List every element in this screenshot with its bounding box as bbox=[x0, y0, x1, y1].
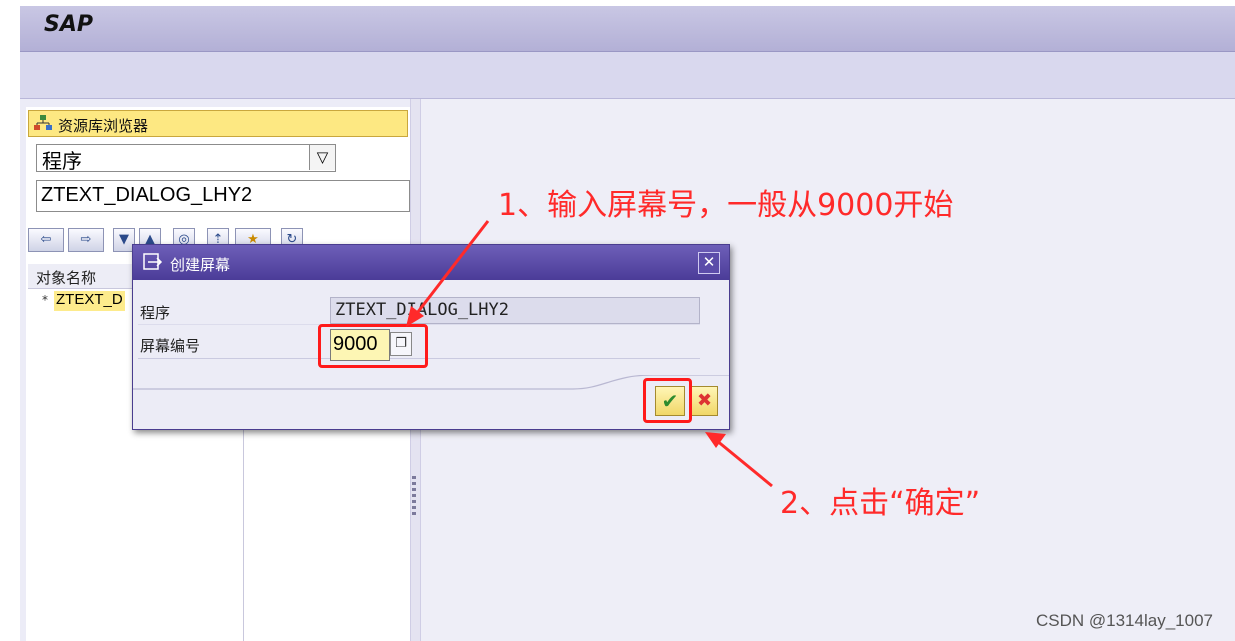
splitter-grip-icon bbox=[412, 488, 416, 491]
screen-number-highlight bbox=[318, 324, 428, 368]
program-field-value: ZTEXT_DIALOG_LHY2 bbox=[335, 300, 509, 320]
screen-number-label: 屏幕编号 bbox=[140, 337, 201, 355]
hierarchy-icon bbox=[34, 115, 52, 130]
close-icon[interactable]: ✕ bbox=[698, 252, 720, 274]
sap-logo: SAP bbox=[44, 12, 93, 37]
forward-arrow-icon[interactable]: ⇨ bbox=[68, 228, 104, 252]
tree-item[interactable]: ZTEXT_D bbox=[54, 291, 125, 311]
create-screen-icon bbox=[143, 253, 163, 270]
footer-watermark: CSDN @1314lay_1007 bbox=[1036, 611, 1213, 630]
object-type-value: 程序 bbox=[42, 149, 82, 173]
program-label: 程序 bbox=[140, 304, 171, 322]
annotation-step-1: 1、输入屏幕号，一般从9000开始 bbox=[498, 188, 954, 223]
splitter-grip-icon bbox=[412, 494, 416, 497]
splitter-grip-icon bbox=[412, 500, 416, 503]
repository-browser-title: 资源库浏览器 bbox=[58, 117, 149, 135]
back-arrow-icon[interactable]: ⇦ bbox=[28, 228, 64, 252]
tree-item-bullet: * bbox=[42, 293, 48, 307]
title-bar bbox=[20, 6, 1235, 52]
cancel-button[interactable]: ✖ bbox=[691, 386, 718, 416]
tree-column-header-label: 对象名称 bbox=[36, 269, 97, 287]
application-toolbar bbox=[20, 52, 1235, 99]
splitter-grip-icon bbox=[412, 506, 416, 509]
confirm-button-highlight bbox=[643, 378, 692, 423]
dialog-footer bbox=[133, 375, 729, 390]
chevron-down-icon[interactable]: ▽ bbox=[309, 145, 335, 170]
annotation-step-2: 2、点击“确定” bbox=[780, 486, 981, 521]
sap-gui-window: SAP 资源库浏览器 程序 ▽ ZTEXT_DIALOG_LHY2 ⇦ ⇨ ▼ … bbox=[0, 0, 1235, 641]
splitter-grip-icon bbox=[412, 512, 416, 515]
dialog-title: 创建屏幕 bbox=[170, 256, 231, 274]
splitter-grip-icon bbox=[412, 482, 416, 485]
splitter-grip-icon bbox=[412, 476, 416, 479]
object-name-value: ZTEXT_DIALOG_LHY2 bbox=[41, 184, 253, 206]
